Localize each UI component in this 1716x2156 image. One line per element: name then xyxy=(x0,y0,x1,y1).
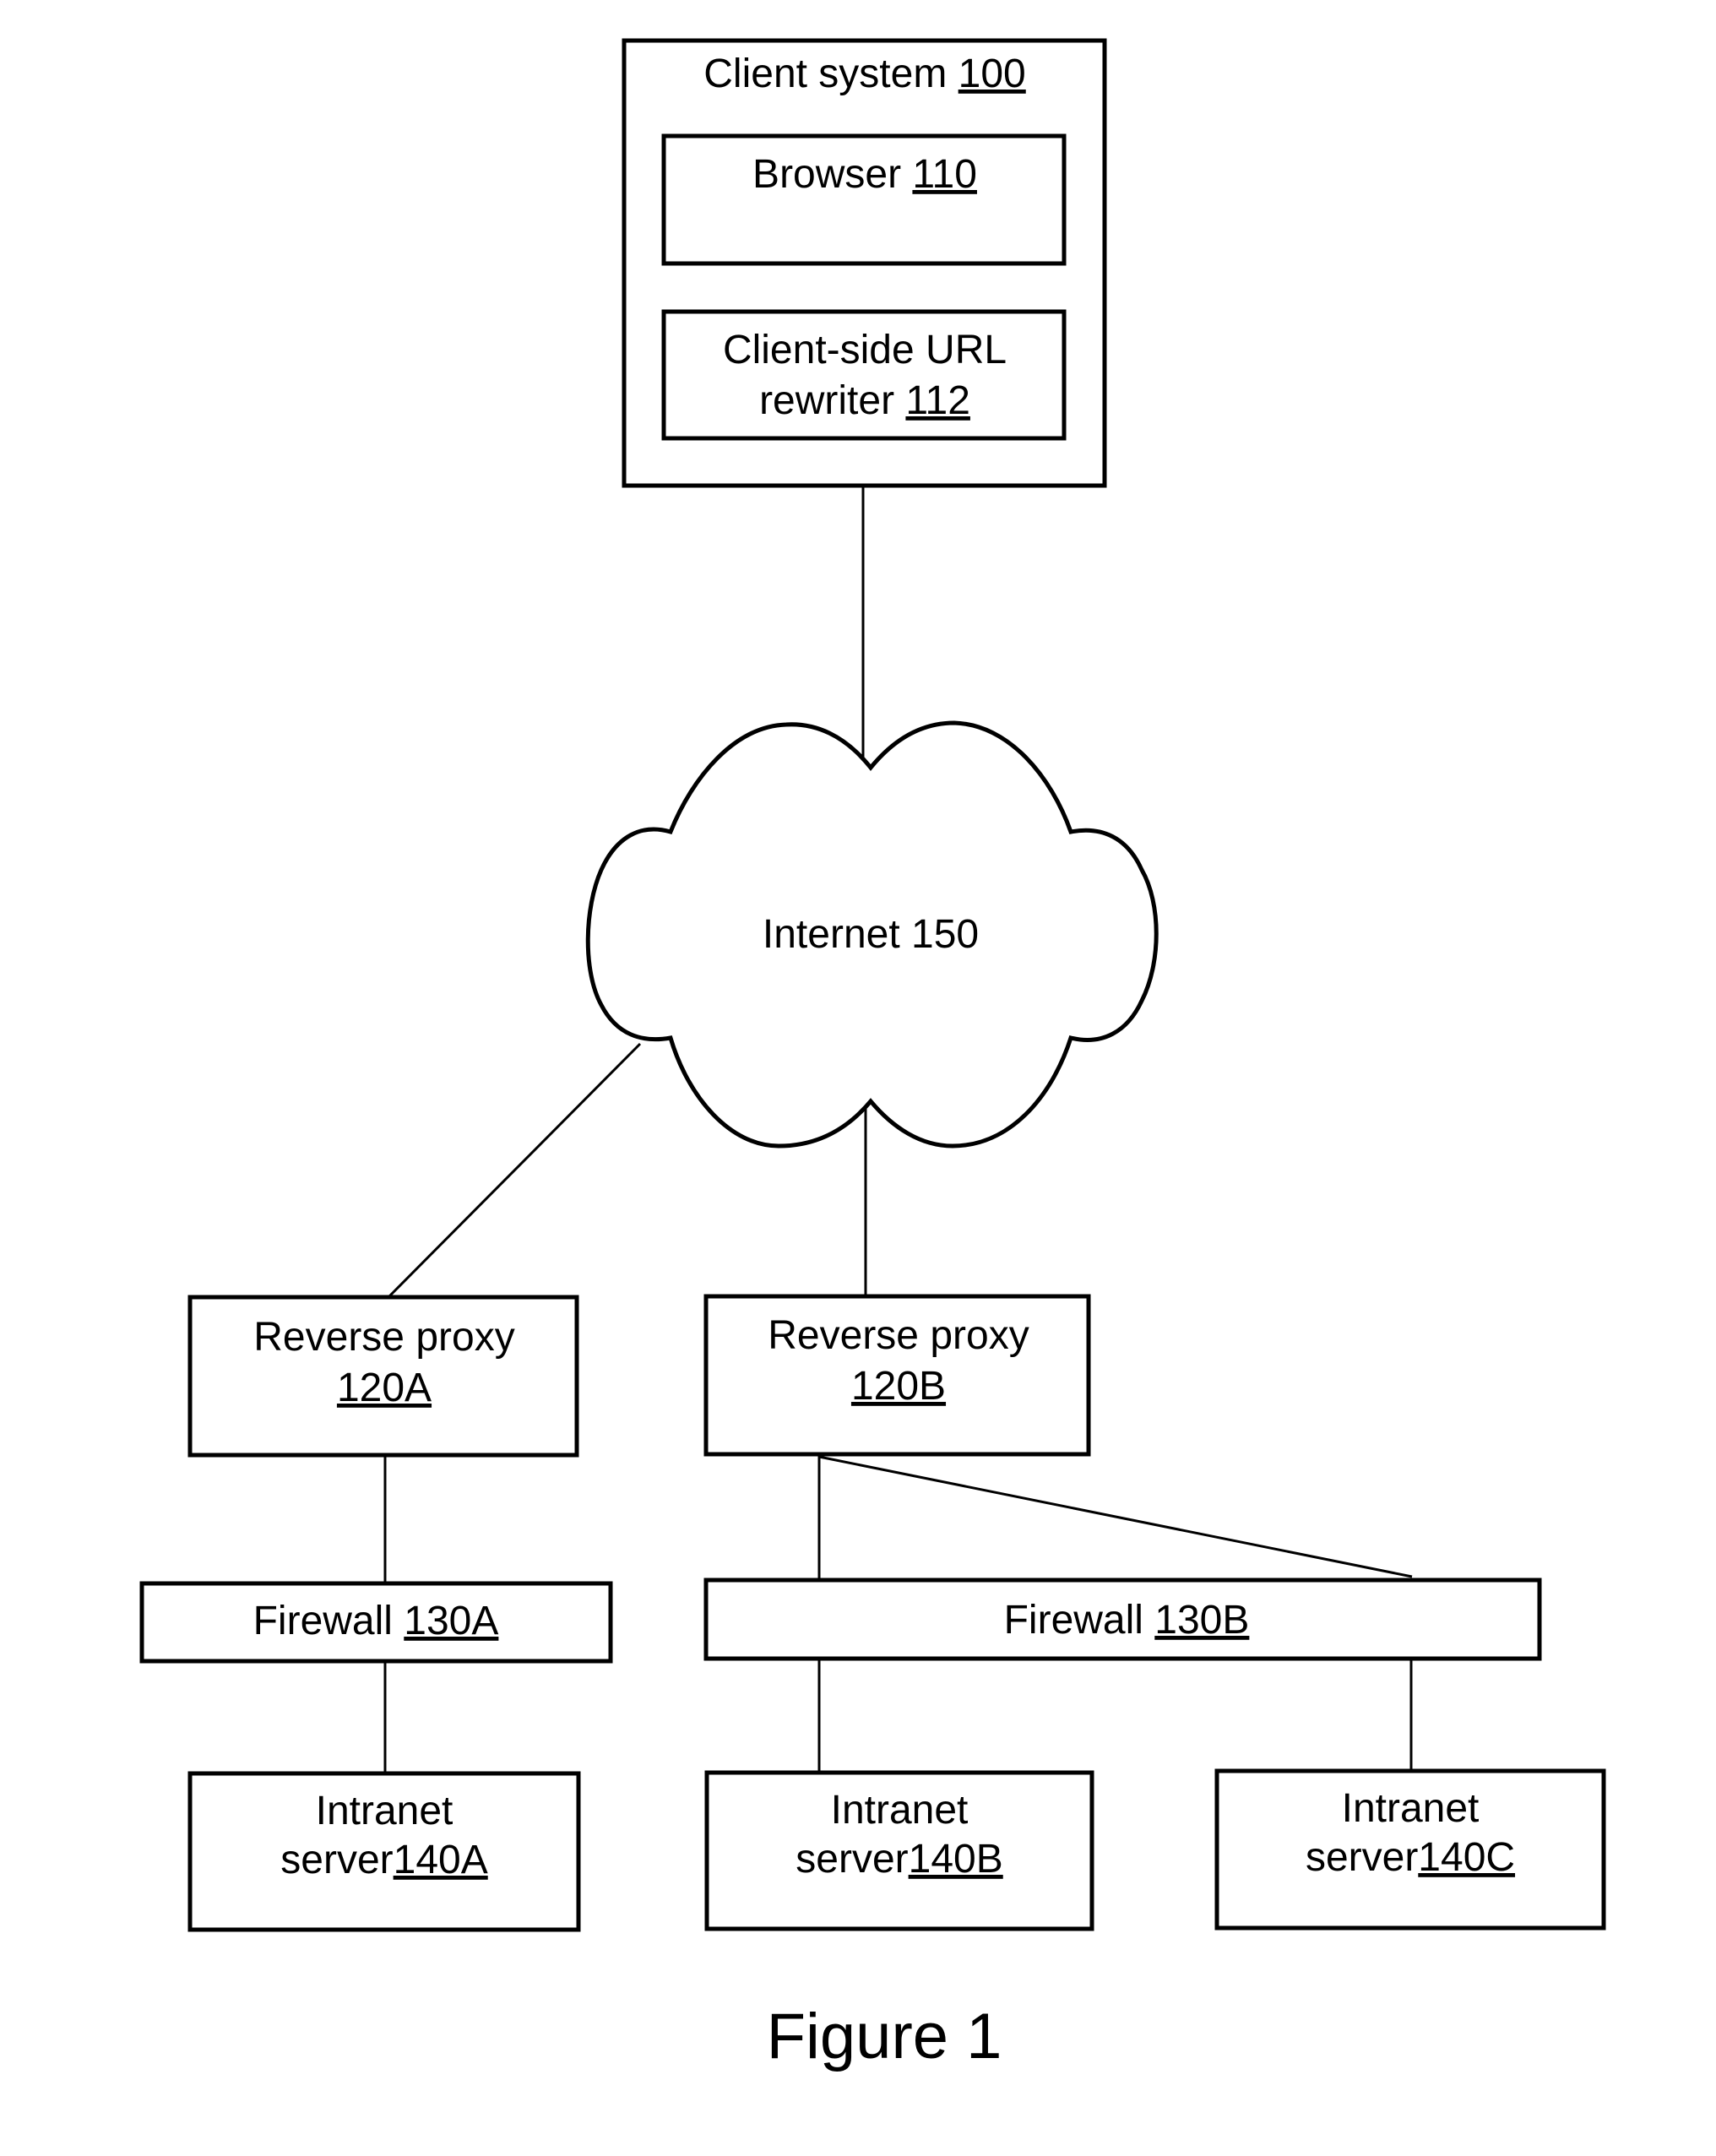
intranet-server-c-label-line1: Intranet xyxy=(1342,1786,1480,1831)
reverse-proxy-b-label: Reverse proxy xyxy=(768,1313,1029,1358)
url-rewriter-label-line2: rewriter 112 xyxy=(759,378,970,423)
reverse-proxy-a-label: Reverse proxy xyxy=(253,1315,514,1360)
browser-label: Browser 110 xyxy=(752,152,977,197)
intranet-server-b-label-line1: Intranet xyxy=(831,1788,969,1833)
client-system-label: Client system 100 xyxy=(703,52,1026,96)
intranet-server-b-label-line2: server140B xyxy=(796,1837,1002,1882)
intranet-server-a-label-line1: Intranet xyxy=(316,1789,453,1833)
intranet-server-a-node: Intranet server140A xyxy=(187,1771,581,1932)
firewall-a-node: Firewall 130A xyxy=(139,1581,613,1664)
edge-proxy-b-firewall-b-right xyxy=(818,1455,1413,1578)
intranet-server-b-node: Intranet server140B xyxy=(704,1770,1094,1931)
edge-internet-proxy-a xyxy=(387,1042,642,1299)
firewall-b-node: Firewall 130B xyxy=(703,1578,1542,1661)
url-rewriter-label-line1: Client-side URL xyxy=(723,328,1007,372)
internet-node: Internet 150 xyxy=(585,720,1159,1149)
client-system-node: Client system 100 Browser 110 Client-sid… xyxy=(622,38,1107,488)
intranet-server-c-node: Intranet server140C xyxy=(1214,1768,1606,1931)
firewall-b-label: Firewall 130B xyxy=(1004,1598,1250,1643)
internet-label: Internet 150 xyxy=(763,912,979,957)
network-diagram: Client system 100 Browser 110 Client-sid… xyxy=(139,38,1606,2072)
intranet-server-a-label-line2: server140A xyxy=(280,1838,487,1882)
reverse-proxy-b-node: Reverse proxy 120B xyxy=(703,1294,1091,1457)
reverse-proxy-a-ref: 120A xyxy=(337,1366,432,1410)
reverse-proxy-b-ref: 120B xyxy=(851,1364,946,1409)
intranet-server-c-label-line2: server140C xyxy=(1306,1835,1515,1880)
reverse-proxy-a-node: Reverse proxy 120A xyxy=(187,1295,579,1458)
figure-caption: Figure 1 xyxy=(767,2001,1002,2072)
firewall-a-label: Firewall 130A xyxy=(253,1599,499,1643)
